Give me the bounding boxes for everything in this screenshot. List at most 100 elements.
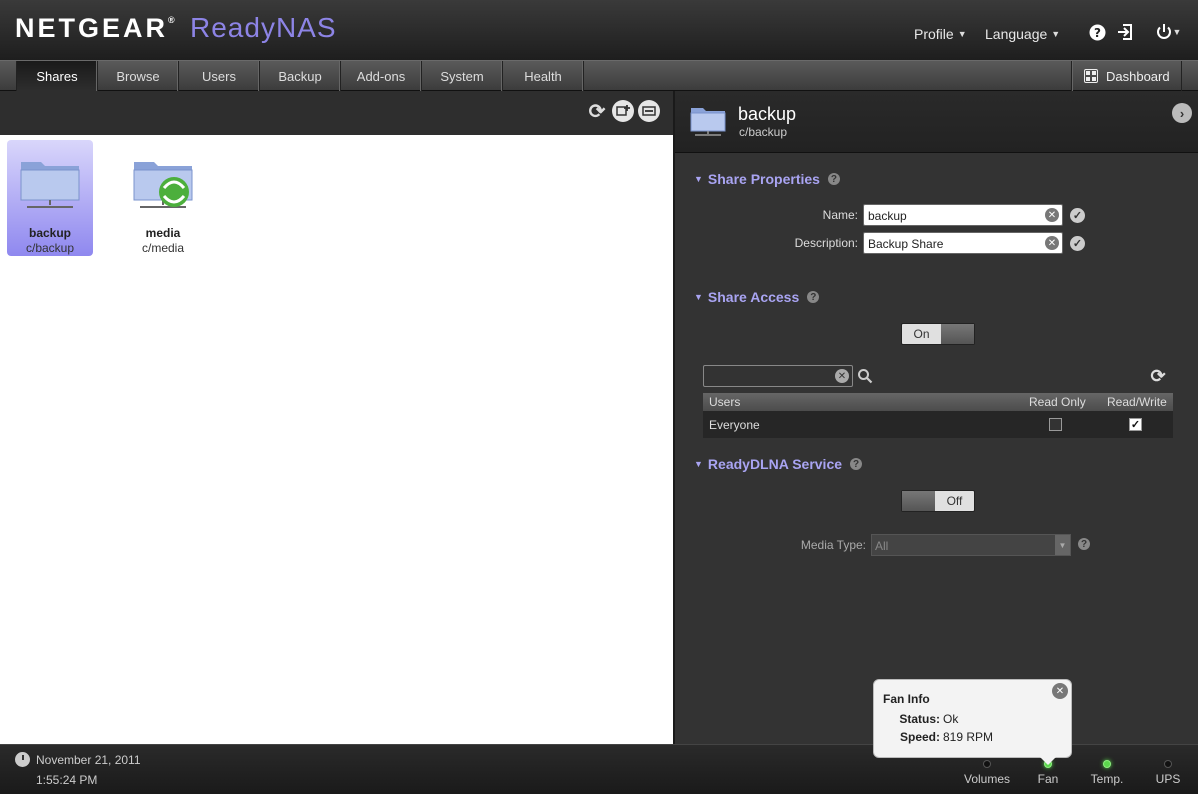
tab-add-ons[interactable]: Add-ons <box>341 61 422 91</box>
status-volumes[interactable]: Volumes <box>957 760 1017 786</box>
help-icon[interactable]: ? <box>850 458 863 470</box>
status-label: Volumes <box>963 772 1011 786</box>
media-type-label: Media Type: <box>800 538 866 552</box>
name-field[interactable]: backup <box>863 204 1063 226</box>
status-label: Temp. <box>1090 772 1124 786</box>
section-title: ReadyDLNA Service <box>707 456 843 472</box>
footer-time: 1:55:24 PM <box>36 773 98 787</box>
fan-info-tooltip: Fan Info ✕ Status: Ok Speed: 819 RPM <box>873 679 1072 765</box>
readydlna-header[interactable]: ▼ ReadyDLNA Service ? <box>694 456 863 472</box>
status-led <box>1103 760 1111 768</box>
clock-icon <box>15 752 30 767</box>
share-properties-header[interactable]: ▼ Share Properties ? <box>694 171 840 187</box>
detail-title: backup <box>738 104 797 124</box>
clear-icon[interactable]: ✕ <box>1045 208 1059 222</box>
chevron-down-icon: ▼ <box>957 29 967 39</box>
power-menu[interactable]: ▼ <box>1152 22 1184 42</box>
share-access-toggle[interactable]: On <box>901 323 975 345</box>
toggle-label: On <box>913 327 930 341</box>
user-name: Everyone <box>709 417 760 432</box>
main-nav: Shares Browse Users Backup Add-ons Syste… <box>0 60 1198 91</box>
table-header: Users Read Only Read/Write <box>703 393 1173 411</box>
read-only-checkbox[interactable] <box>1049 418 1062 431</box>
description-field[interactable]: Backup Share <box>863 232 1063 254</box>
status-label: Fan <box>1037 772 1059 786</box>
language-menu[interactable]: Language ▼ <box>985 26 1060 42</box>
add-share-icon[interactable] <box>612 100 634 122</box>
close-icon[interactable]: ✕ <box>1052 683 1068 699</box>
read-write-checkbox[interactable]: ✓ <box>1129 418 1142 431</box>
status-temp[interactable]: Temp. <box>1077 760 1137 786</box>
toggle-label: Off <box>946 494 963 508</box>
tab-shares[interactable]: Shares <box>17 61 98 91</box>
user-search-input[interactable] <box>703 365 853 387</box>
refresh-icon[interactable]: ⟳ <box>1147 365 1169 387</box>
collapse-icon: ▼ <box>694 459 703 469</box>
tab-system[interactable]: System <box>422 61 503 91</box>
refresh-icon[interactable]: ⟳ <box>586 100 608 123</box>
table-row: Everyone ✓ <box>703 411 1173 438</box>
search-icon[interactable] <box>857 368 873 384</box>
detail-subtitle: c/backup <box>739 125 788 139</box>
collapse-icon: ▼ <box>694 174 703 184</box>
media-type-select[interactable]: All ▼ <box>871 534 1071 556</box>
profile-menu[interactable]: Profile ▼ <box>914 26 967 42</box>
status-label: UPS <box>1155 772 1181 786</box>
fan-status-value: Ok <box>943 712 959 726</box>
share-path: c/media <box>141 241 185 255</box>
forward-arrow-icon[interactable]: › <box>1172 103 1192 123</box>
clear-icon[interactable]: ✕ <box>1045 236 1059 250</box>
share-settings-icon[interactable] <box>638 100 660 122</box>
chevron-down-icon: ▼ <box>1055 535 1070 555</box>
status-ups[interactable]: UPS <box>1138 760 1198 786</box>
column-read-only[interactable]: Read Only <box>1029 395 1086 409</box>
dashboard-button[interactable]: Dashboard <box>1071 61 1182 91</box>
readynas-logo: ReadyNAS <box>190 12 337 43</box>
section-title: Share Access <box>707 289 800 305</box>
tab-backup[interactable]: Backup <box>260 61 341 91</box>
readydlna-toggle[interactable]: Off <box>901 490 975 512</box>
section-title: Share Properties <box>707 171 820 187</box>
column-read-write[interactable]: Read/Write <box>1107 395 1167 409</box>
chevron-down-icon: ▼ <box>1051 29 1061 39</box>
profile-menu-label: Profile <box>914 26 954 42</box>
tab-health[interactable]: Health <box>503 61 584 91</box>
status-led <box>983 760 991 768</box>
logout-icon[interactable] <box>1115 22 1135 42</box>
fan-speed-label: Speed: <box>899 730 940 744</box>
confirm-icon[interactable]: ✓ <box>1070 236 1085 251</box>
tooltip-title: Fan Info <box>883 692 930 706</box>
netgear-logo: NETGEAR® <box>15 13 175 43</box>
column-users[interactable]: Users <box>709 395 740 409</box>
shares-list: backup c/backup media c/media <box>0 135 673 744</box>
media-type-value: All <box>875 539 889 553</box>
dashboard-label: Dashboard <box>1106 68 1170 84</box>
share-access-header[interactable]: ▼ Share Access ? <box>694 289 820 305</box>
tab-browse[interactable]: Browse <box>98 61 179 91</box>
share-item-backup[interactable]: backup c/backup <box>7 140 93 256</box>
tab-users[interactable]: Users <box>179 61 260 91</box>
fan-status-label: Status: <box>899 712 940 726</box>
chevron-down-icon: ▼ <box>1172 27 1182 37</box>
share-item-media[interactable]: media c/media <box>120 140 206 256</box>
help-icon[interactable]: ? <box>1087 22 1107 42</box>
footer-date: November 21, 2011 <box>36 753 141 767</box>
collapse-icon: ▼ <box>694 292 703 302</box>
shares-toolbar <box>0 91 673 135</box>
fan-speed-row: Speed: 819 RPM <box>874 730 993 744</box>
description-label: Description: <box>794 236 858 250</box>
nav-tabs: Shares Browse Users Backup Add-ons Syste… <box>16 61 584 91</box>
toggle-knob <box>902 491 935 511</box>
help-icon[interactable]: ? <box>807 291 820 303</box>
help-icon[interactable]: ? <box>1078 538 1090 550</box>
name-label: Name: <box>822 208 858 222</box>
fan-status-row: Status: Ok <box>874 712 958 726</box>
help-icon[interactable]: ? <box>827 173 840 185</box>
confirm-icon[interactable]: ✓ <box>1070 208 1085 223</box>
fan-speed-value: 819 RPM <box>943 730 994 744</box>
clear-icon[interactable]: ✕ <box>835 369 849 383</box>
app-header: NETGEAR® ReadyNAS Profile ▼ Language ▼ ?… <box>0 0 1198 60</box>
share-name: media <box>145 226 181 240</box>
power-icon <box>1156 24 1171 39</box>
status-led <box>1164 760 1172 768</box>
